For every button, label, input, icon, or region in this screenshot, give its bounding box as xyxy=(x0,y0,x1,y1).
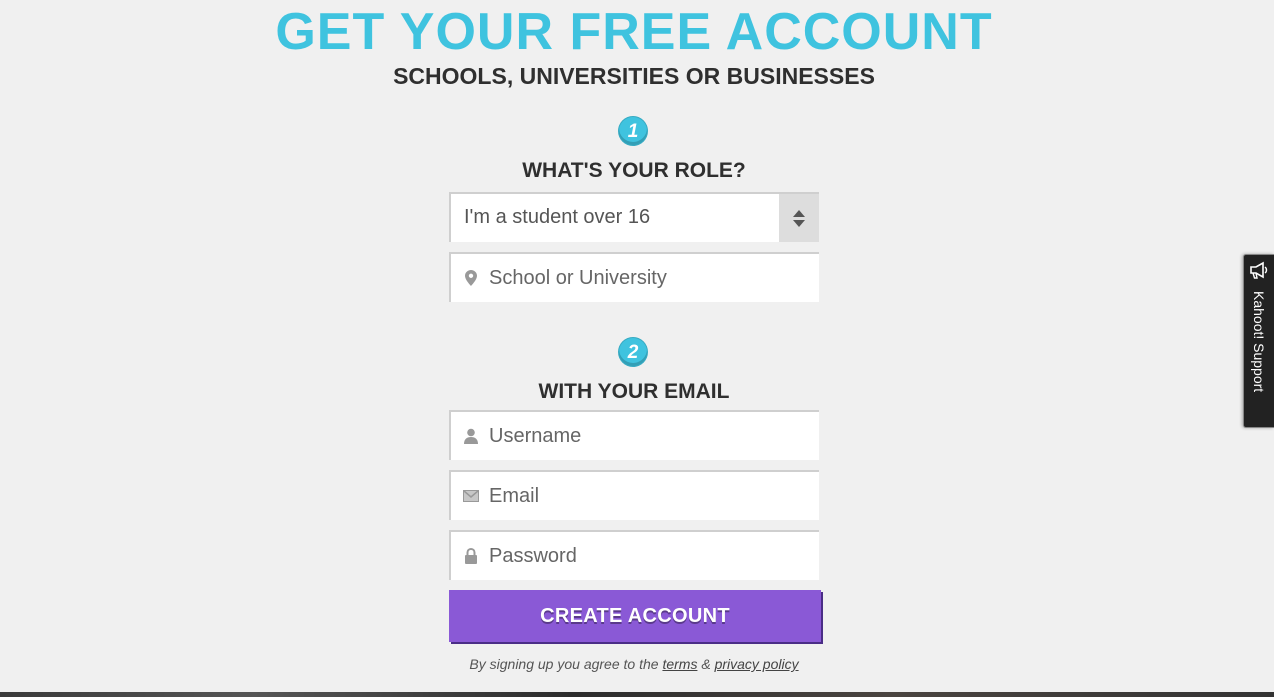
email-input[interactable] xyxy=(489,484,789,508)
password-input[interactable] xyxy=(489,544,789,568)
step-1-title: WHAT'S YOUR ROLE? xyxy=(522,159,746,182)
school-field[interactable] xyxy=(449,252,819,302)
password-field[interactable] xyxy=(449,530,819,580)
role-select-value: I'm a student over 16 xyxy=(464,206,651,228)
step-2-badge: 2 xyxy=(618,337,648,367)
privacy-policy-link[interactable]: privacy policy xyxy=(715,656,799,672)
username-field[interactable] xyxy=(449,410,819,460)
page-subtitle: SCHOOLS, UNIVERSITIES OR BUSINESSES xyxy=(393,63,875,89)
footer-background-strip xyxy=(0,692,1274,697)
support-tab[interactable]: Kahoot! Support xyxy=(1243,254,1274,428)
support-tab-label: Kahoot! Support xyxy=(1251,291,1267,393)
select-arrows-icon[interactable] xyxy=(779,194,819,242)
step-2-title: WITH YOUR EMAIL xyxy=(538,380,730,403)
school-input[interactable] xyxy=(489,266,789,290)
envelope-icon xyxy=(463,488,479,504)
email-field[interactable] xyxy=(449,470,819,520)
page-title: GET YOUR FREE ACCOUNT xyxy=(275,3,993,61)
step-1-badge: 1 xyxy=(618,116,648,146)
terms-notice: By signing up you agree to the terms & p… xyxy=(0,656,1268,672)
terms-ampersand: & xyxy=(701,656,711,672)
username-input[interactable] xyxy=(489,424,789,448)
lock-icon xyxy=(463,548,479,564)
terms-prefix: By signing up you agree to the xyxy=(469,656,659,672)
megaphone-icon xyxy=(1248,261,1270,279)
role-select[interactable]: I'm a student over 16 xyxy=(449,192,819,242)
create-account-button[interactable]: CREATE ACCOUNT xyxy=(449,590,821,642)
terms-link[interactable]: terms xyxy=(662,656,697,672)
map-pin-icon xyxy=(463,270,479,286)
user-icon xyxy=(463,428,479,444)
